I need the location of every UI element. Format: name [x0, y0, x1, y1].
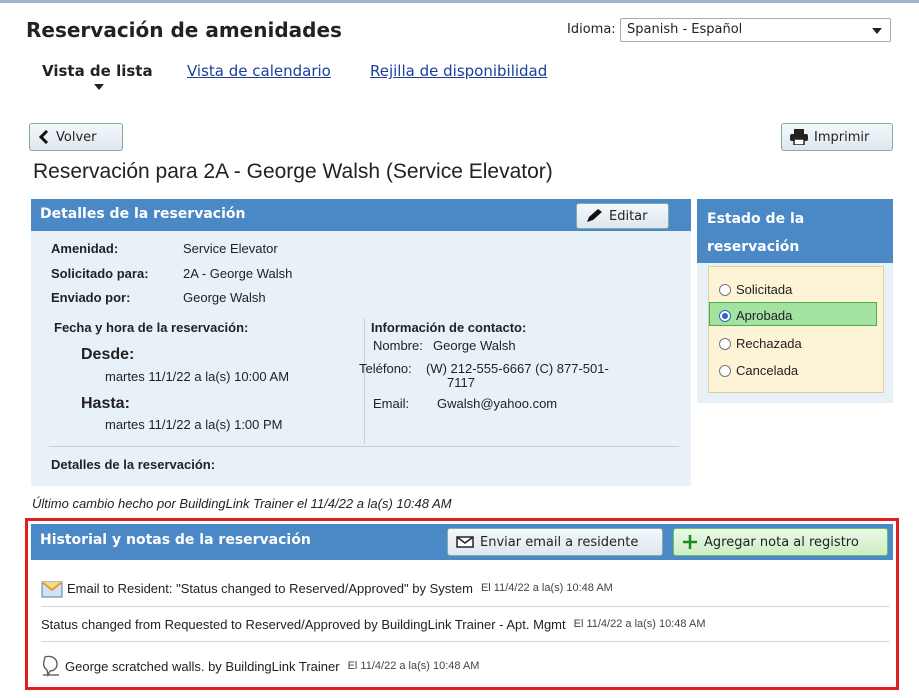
- history-entry-text: Status changed from Requested to Reserve…: [41, 616, 566, 632]
- to-label: Hasta:: [81, 395, 130, 412]
- history-entry: George scratched walls. by BuildingLink …: [41, 654, 889, 678]
- page-title: Reservación para 2A - George Walsh (Serv…: [33, 160, 553, 183]
- status-option-rejected[interactable]: Rechazada: [719, 336, 802, 351]
- details-footer-label: Detalles de la reservación:: [51, 457, 216, 472]
- status-heading-line1: Estado de la: [707, 211, 805, 227]
- history-entry-time: El 11/4/22 a la(s) 10:48 AM: [480, 582, 613, 594]
- amenity-label: Amenidad:: [51, 241, 119, 256]
- requested-for-row: Solicitado para: 2A - George Walsh: [51, 266, 351, 282]
- contact-phone-label: Teléfono:: [359, 361, 412, 376]
- status-heading: Estado de la reservación: [697, 199, 893, 263]
- to-value: martes 11/1/22 a la(s) 1:00 PM: [105, 417, 283, 432]
- sent-by-value: George Walsh: [183, 290, 266, 305]
- envelope-icon: [456, 536, 474, 548]
- status-option-label: Cancelada: [736, 363, 799, 378]
- language-select[interactable]: Spanish - Español: [620, 18, 891, 42]
- add-note-button-label: Agregar nota al registro: [704, 534, 859, 550]
- amenity-value: Service Elevator: [183, 241, 278, 256]
- chevron-down-icon: [872, 28, 882, 34]
- language-label: Idioma:: [567, 22, 616, 37]
- radio-icon[interactable]: [719, 337, 731, 350]
- status-option-label: Rechazada: [736, 336, 802, 351]
- back-button[interactable]: Volver: [29, 123, 123, 151]
- sent-by-label: Enviado por:: [51, 290, 131, 305]
- history-separator: [41, 641, 889, 642]
- active-tab-caret-icon: [94, 84, 104, 90]
- radio-icon[interactable]: [719, 364, 731, 377]
- tab-list-view-label: Vista de lista: [42, 62, 153, 80]
- tab-availability-grid[interactable]: Rejilla de disponibilidad: [370, 62, 547, 80]
- history-entry: Status changed from Requested to Reserve…: [41, 615, 889, 633]
- status-heading-line2: reservación: [707, 239, 800, 255]
- edit-button-label: Editar: [609, 208, 648, 224]
- details-heading-text: Detalles de la reservación: [40, 206, 246, 222]
- contact-phone-value-1: (W) 212-555-6667 (C) 877-501-: [426, 361, 609, 376]
- pencil-icon: [587, 209, 602, 222]
- status-option-approved[interactable]: Aprobada: [719, 308, 792, 323]
- envelope-icon: [41, 581, 63, 598]
- history-heading-text: Historial y notas de la reservación: [40, 532, 311, 548]
- print-button[interactable]: Imprimir: [781, 123, 893, 151]
- sent-by-row: Enviado por: George Walsh: [51, 290, 351, 306]
- history-entry: Email to Resident: "Status changed to Re…: [41, 575, 889, 601]
- history-entry-text: Email to Resident: "Status changed to Re…: [67, 580, 473, 596]
- chevron-left-icon: [38, 130, 49, 144]
- contact-email-label: Email:: [373, 396, 410, 411]
- requested-for-label: Solicitado para:: [51, 266, 149, 281]
- last-change-text: Último cambio hecho por BuildingLink Tra…: [32, 496, 452, 511]
- top-border: [0, 0, 919, 3]
- tab-list-view[interactable]: Vista de lista: [42, 62, 153, 90]
- contact-name-value: George Walsh: [433, 338, 516, 353]
- print-button-label: Imprimir: [814, 129, 870, 145]
- back-button-label: Volver: [56, 129, 97, 145]
- app-title: Reservación de amenidades: [26, 18, 342, 42]
- contact-phone-value-2: 7117: [447, 375, 475, 390]
- language-select-value: Spanish - Español: [627, 22, 743, 37]
- details-footer-divider: [49, 446, 679, 447]
- add-note-button[interactable]: Agregar nota al registro: [673, 528, 888, 556]
- status-option-label: Aprobada: [736, 308, 793, 323]
- history-separator: [41, 606, 889, 607]
- datetime-label: Fecha y hora de la reservación:: [54, 320, 249, 335]
- note-icon: [42, 655, 59, 677]
- requested-for-value: 2A - George Walsh: [183, 266, 293, 281]
- status-option-label: Solicitada: [736, 282, 793, 297]
- email-resident-button[interactable]: Enviar email a residente: [447, 528, 663, 556]
- details-column-divider: [364, 318, 365, 444]
- edit-button[interactable]: Editar: [576, 203, 669, 229]
- contact-label: Información de contacto:: [371, 320, 527, 335]
- plus-icon: [683, 535, 697, 549]
- radio-icon[interactable]: [719, 283, 731, 296]
- status-option-requested[interactable]: Solicitada: [719, 282, 792, 297]
- tab-calendar-view[interactable]: Vista de calendario: [187, 62, 331, 80]
- radio-selected-icon[interactable]: [719, 309, 731, 322]
- amenity-row: Amenidad: Service Elevator: [51, 241, 351, 257]
- status-option-cancelled[interactable]: Cancelada: [719, 363, 798, 378]
- contact-name-label: Nombre:: [373, 338, 423, 353]
- history-entry-time: El 11/4/22 a la(s) 10:48 AM: [347, 660, 480, 672]
- printer-icon: [790, 129, 808, 145]
- history-entry-text: George scratched walls. by BuildingLink …: [65, 658, 340, 674]
- from-label: Desde:: [81, 346, 135, 363]
- history-entry-time: El 11/4/22 a la(s) 10:48 AM: [573, 618, 706, 630]
- contact-email-value: Gwalsh@yahoo.com: [437, 396, 558, 411]
- email-resident-button-label: Enviar email a residente: [480, 534, 639, 550]
- from-value: martes 11/1/22 a la(s) 10:00 AM: [105, 369, 290, 384]
